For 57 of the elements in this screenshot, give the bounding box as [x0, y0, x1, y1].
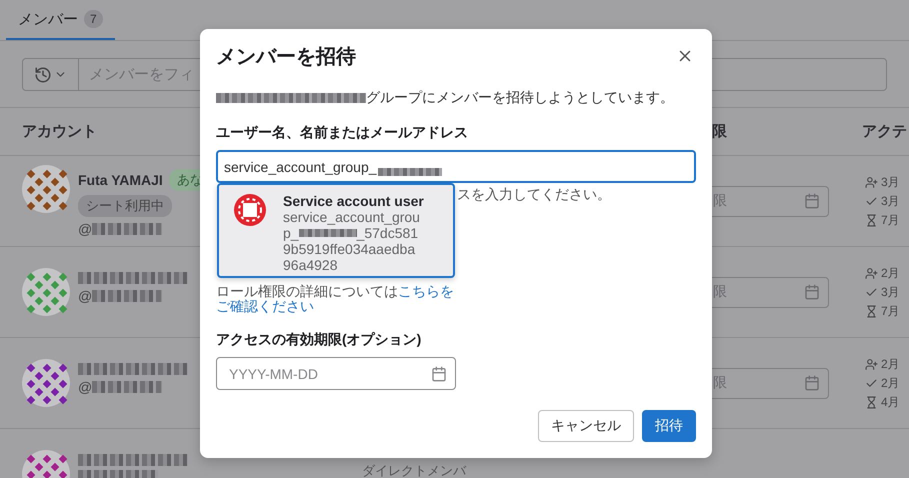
cancel-button[interactable]: キャンセル — [538, 410, 634, 442]
column-header: 限 — [712, 122, 727, 141]
calendar-icon — [804, 193, 820, 209]
activity-date: 3月 — [881, 284, 900, 300]
pixelated-block — [92, 223, 162, 235]
calendar-icon — [431, 366, 447, 382]
history-icon — [34, 66, 52, 84]
calendar-icon — [804, 284, 820, 300]
date-field[interactable]: YYYY-MM-DD — [216, 357, 456, 390]
user-plus-icon — [865, 358, 878, 370]
suggestion-username: p_ — [283, 225, 299, 241]
activity-date: 3月 — [881, 192, 900, 210]
count-badge: 7 — [84, 10, 103, 28]
suggestion-username: 9b5919ffe034aaedba — [283, 241, 416, 257]
pixelated-block — [378, 168, 442, 176]
username-field[interactable]: service_account_group_ — [216, 150, 696, 183]
activity-date: 7月 — [881, 302, 900, 320]
role-note: ロール権限の詳細についてはこちらを ご確認ください — [216, 284, 455, 314]
details-link[interactable]: ご確認ください — [216, 298, 314, 314]
user-plus-icon — [865, 266, 878, 280]
source-text: ダイレクトメンバ — [362, 463, 468, 478]
member-handle: @ — [78, 221, 92, 237]
activity-date: 4月 — [881, 394, 900, 410]
pixelated-block — [298, 229, 357, 237]
help-text: スを入力してください。 — [457, 186, 611, 202]
member-handle: @ — [78, 379, 92, 395]
suggestion-name: Service account user — [283, 193, 424, 209]
dialog-title: メンバーを招待 — [216, 44, 356, 70]
pixelated-block — [92, 381, 162, 393]
check-icon — [865, 194, 878, 208]
hourglass-icon — [865, 304, 878, 318]
details-link[interactable]: こちらを — [398, 283, 454, 299]
activity-date: 7月 — [881, 212, 900, 228]
member-handle: @ — [78, 288, 92, 304]
column-header: アクテ — [862, 122, 907, 141]
calendar-icon — [804, 375, 820, 391]
seat-badge: シート利用中 — [78, 195, 172, 217]
hourglass-icon — [865, 214, 878, 226]
intro-text: グループにメンバーを招待しようとしています。 — [366, 89, 674, 107]
suggestion-username: service_account_grou — [283, 209, 420, 225]
check-icon — [865, 286, 878, 298]
user-plus-icon — [865, 176, 878, 188]
activity-date: 2月 — [881, 264, 900, 282]
member-name: Futa YAMAJI — [78, 172, 163, 188]
field-label: アクセスの有効期限(オプション) — [216, 331, 422, 349]
activity-date: 3月 — [881, 174, 900, 190]
hourglass-icon — [865, 396, 878, 408]
check-icon — [865, 376, 878, 390]
invite-button[interactable]: 招待 — [642, 410, 696, 442]
field-label: ユーザー名、名前またはメールアドレス — [216, 124, 469, 142]
column-header: アカウント — [22, 122, 97, 141]
avatar-icon — [233, 193, 267, 227]
activity-date: 2月 — [881, 374, 900, 392]
suggestion-username: 96a4928 — [283, 257, 338, 273]
activity-date: 2月 — [881, 356, 900, 372]
members-tab[interactable]: メンバー 7 — [6, 0, 115, 40]
pixelated-block — [92, 290, 162, 302]
